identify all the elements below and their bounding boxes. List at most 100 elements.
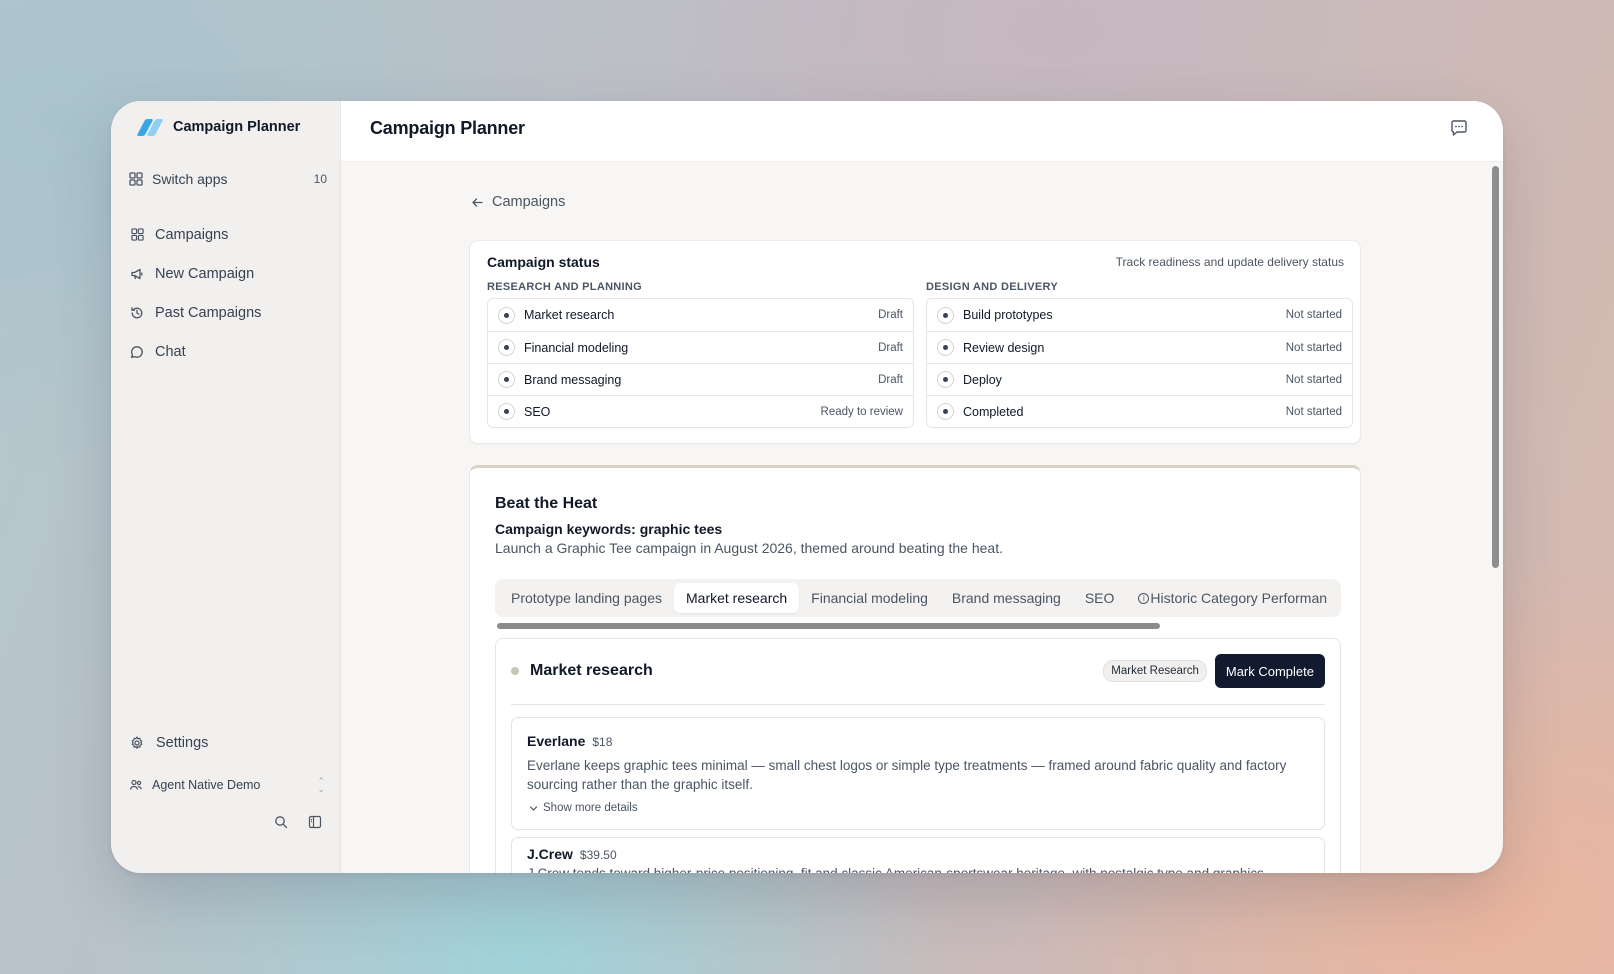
delivery-column: DESIGN AND DELIVERY Build prototypes Not … (926, 281, 1353, 428)
delivery-column-title: DESIGN AND DELIVERY (926, 281, 1059, 293)
status-row-review-design[interactable]: Review design Not started (927, 331, 1352, 363)
panel-title: Market research (530, 662, 653, 679)
sidebar-item-settings[interactable]: Settings (129, 731, 208, 755)
status-dot-icon (498, 339, 515, 356)
sidebar-item-campaigns[interactable]: Campaigns (129, 215, 327, 254)
row-status: Not started (1285, 309, 1342, 321)
row-status: Draft (878, 373, 903, 386)
row-status: Not started (1285, 405, 1342, 418)
market-research-panel: Market research Market Research Mark Com… (495, 638, 1341, 873)
panel-header: Market research Market Research Mark Com… (511, 653, 1325, 689)
search-icon[interactable] (274, 815, 288, 829)
campaign-title: Beat the Heat (495, 495, 598, 512)
app-logo-icon (135, 118, 164, 136)
tab-prototype-landing-pages[interactable]: Prototype landing pages (499, 583, 674, 613)
org-switcher[interactable]: Agent Native Demo ⌃ ⌄ (129, 773, 327, 797)
sidebar-item-label: Chat (155, 343, 186, 360)
row-name: Financial modeling (524, 340, 629, 355)
history-icon (130, 306, 144, 320)
row-status: Draft (878, 341, 903, 354)
sidebar-toggle-icon[interactable] (308, 815, 322, 829)
status-row-deploy[interactable]: Deploy Not started (927, 363, 1352, 395)
info-icon: i (1138, 592, 1150, 604)
sidebar-item-chat[interactable]: Chat (129, 332, 327, 371)
status-dot-icon (498, 306, 515, 324)
back-link-label: Campaigns (492, 194, 566, 210)
tab-financial-modeling[interactable]: Financial modeling (799, 583, 940, 613)
settings-label: Settings (156, 735, 209, 751)
app-window: Campaign Planner Switch apps 10 Campaign… (111, 101, 1503, 873)
gear-icon (130, 735, 145, 751)
status-row-brand-messaging[interactable]: Brand messaging Draft (488, 363, 913, 395)
competitor-price: $39.50 (579, 848, 617, 862)
campaign-status-card: Campaign status Track readiness and upda… (469, 240, 1361, 444)
sidebar-tools (274, 815, 322, 829)
page-scrollbar[interactable] (1492, 166, 1499, 568)
team-icon (129, 778, 143, 792)
campaign-detail-card: Beat the Heat Campaign keywords: graphic… (469, 465, 1361, 873)
research-column-title: RESEARCH AND PLANNING (487, 281, 643, 293)
divider (511, 704, 1325, 705)
arrow-left-icon (471, 196, 484, 209)
status-row-build-prototypes[interactable]: Build prototypes Not started (927, 299, 1352, 331)
brand[interactable]: Campaign Planner (135, 118, 300, 136)
tab-label: Historic Category Performan (1150, 590, 1328, 606)
competitor-card: J.Crew $39.50 J.Crew tends toward higher… (511, 837, 1325, 873)
campaign-tabs: Prototype landing pages Market research … (495, 579, 1341, 617)
status-dot-icon (511, 667, 519, 675)
status-row-seo[interactable]: SEO Ready to review (488, 395, 913, 427)
sidebar-item-label: Campaigns (155, 226, 229, 243)
competitor-card: Everlane $18 Everlane keeps graphic tees… (511, 717, 1325, 830)
row-name: Brand messaging (524, 372, 622, 387)
tabs-scrollbar[interactable] (497, 623, 1160, 629)
chat-toggle-icon[interactable] (1449, 118, 1469, 138)
chevron-updown-icon: ⌃ ⌄ (317, 776, 325, 794)
tab-seo[interactable]: SEO (1073, 583, 1127, 613)
main-content: Campaigns Campaign status Track readines… (341, 162, 1503, 873)
row-name: Build prototypes (963, 308, 1053, 322)
competitor-summary: Everlane keeps graphic tees minimal — sm… (527, 758, 1287, 792)
delivery-list: Build prototypes Not started Review desig… (926, 298, 1353, 428)
chevron-down-icon (529, 804, 538, 813)
status-row-completed[interactable]: Completed Not started (927, 395, 1352, 427)
show-more-details-button[interactable]: Show more details (529, 802, 638, 814)
research-list: Market research Draft Financial modeling D… (487, 298, 914, 428)
status-dot-icon (498, 371, 515, 388)
sidebar-nav: Campaigns New Campaign Past Campaigns Ch… (129, 215, 327, 371)
sidebar: Campaign Planner Switch apps 10 Campaign… (111, 101, 341, 873)
back-to-campaigns-link[interactable]: Campaigns (471, 194, 565, 210)
mark-complete-button[interactable]: Mark Complete (1214, 654, 1325, 688)
tab-historic-category-performance[interactable]: i Historic Category Performan (1126, 583, 1339, 613)
row-name: Completed (963, 404, 1024, 419)
status-row-market-research[interactable]: Market research Draft (488, 299, 913, 331)
status-dot-icon (937, 371, 954, 388)
status-title: Campaign status (487, 254, 600, 270)
row-status: Ready to review (820, 405, 903, 418)
show-more-label: Show more details (543, 802, 638, 814)
competitor-name: Everlane (527, 733, 586, 749)
megaphone-icon (130, 267, 144, 281)
sidebar-item-past-campaigns[interactable]: Past Campaigns (129, 293, 327, 332)
org-name: Agent Native Demo (152, 778, 261, 792)
row-name: Deploy (963, 372, 1002, 387)
status-dot-icon (498, 403, 515, 420)
grid-icon (130, 228, 144, 242)
chat-bubble-icon (130, 345, 144, 359)
competitor-name: J.Crew (527, 846, 573, 862)
status-dot-icon (937, 403, 954, 420)
sidebar-item-new-campaign[interactable]: New Campaign (129, 254, 327, 293)
row-name: SEO (524, 404, 551, 419)
row-name: Market research (524, 308, 615, 322)
brand-name: Campaign Planner (173, 119, 301, 135)
apps-count: 10 (313, 172, 327, 186)
tab-brand-messaging[interactable]: Brand messaging (940, 583, 1073, 613)
row-status: Not started (1285, 341, 1342, 354)
status-hint: Track readiness and update delivery stat… (1115, 255, 1344, 269)
tab-market-research[interactable]: Market research (674, 583, 800, 613)
campaign-keywords: Campaign keywords: graphic tees (495, 521, 723, 537)
status-row-financial-modeling[interactable]: Financial modeling Draft (488, 331, 913, 363)
switch-apps-button[interactable]: Switch apps 10 (129, 167, 327, 191)
competitor-summary: J.Crew tends toward higher-price positio… (527, 864, 1310, 873)
row-status: Not started (1285, 373, 1342, 386)
switch-apps-label: Switch apps (152, 171, 228, 187)
